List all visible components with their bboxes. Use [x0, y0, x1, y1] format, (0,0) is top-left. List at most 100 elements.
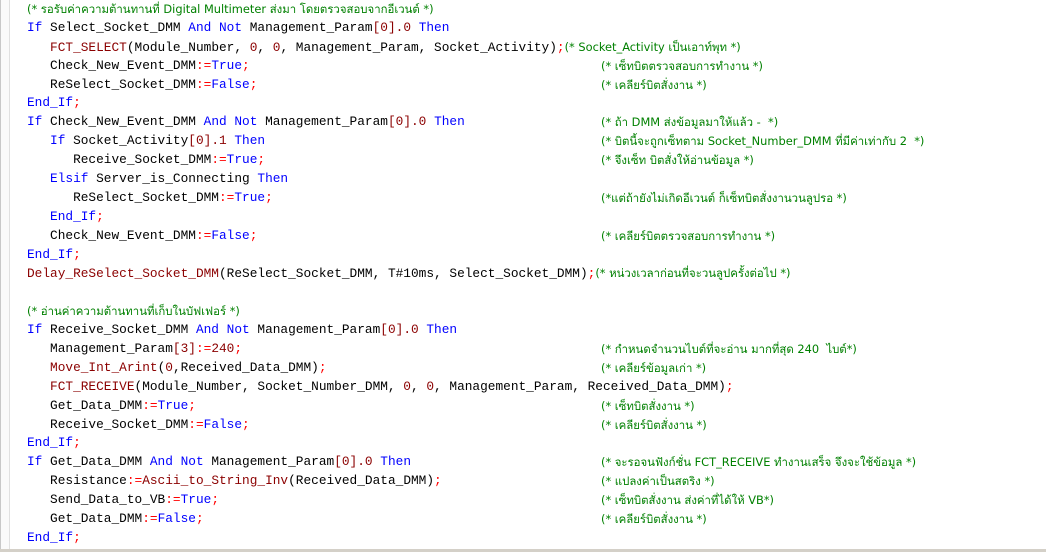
code-comment: (* Socket_Activity เป็นเอาท์พุท *)	[564, 39, 741, 54]
code-line[interactable]: (* รอรับค่าความต้านทานที่ Digital Multim…	[27, 0, 1042, 19]
code-token: End_If	[27, 246, 74, 262]
code-token: Then	[234, 133, 266, 149]
code-token: :=	[165, 492, 181, 508]
code-token: If	[27, 114, 43, 130]
code-token: Then	[257, 171, 289, 187]
code-comment: (* กำหนดจำนวนไบต์ที่จะอ่าน มากที่สุด 240…	[601, 342, 857, 357]
code-token: ;	[234, 341, 243, 357]
code-line[interactable]	[27, 283, 1042, 302]
code-token: :=	[195, 227, 212, 243]
code-token: ;	[73, 529, 81, 545]
code-token: ,	[257, 39, 273, 55]
code-token: :=	[142, 511, 158, 527]
code-line[interactable]: If Get_Data_DMM And Not Management_Param…	[27, 453, 1042, 472]
code-token: Socket_Activity	[65, 133, 189, 149]
code-line[interactable]: Get_Data_DMM:=False; (* เคลียร์บิตสั่งงาน…	[27, 510, 1042, 529]
code-token: :=	[195, 341, 212, 357]
code-token: Check_New_Event_DMM	[27, 227, 196, 243]
code-comment: (* เคลียร์บิตสั่งงาน *)	[601, 417, 707, 432]
code-comment: (* เคลียร์ข้อมูลเก่า *)	[601, 360, 707, 375]
code-comment: (* อ่านค่าความต้านทานที่เก็บในบัฟเฟอร์ *…	[27, 304, 240, 319]
code-token: Resistance	[27, 473, 127, 489]
code-token: FCT_RECEIVE	[27, 378, 135, 394]
code-token: :=	[142, 397, 158, 413]
code-line[interactable]: ReSelect_Socket_DMM:=False; (* เคลียร์บิต…	[27, 76, 1042, 95]
code-token: :=	[211, 152, 227, 168]
code-token: [0].0	[387, 114, 427, 130]
code-token: Send_Data_to_VB	[27, 492, 166, 508]
code-editor[interactable]: (* รอรับค่าความต้านทานที่ Digital Multim…	[0, 0, 1046, 552]
code-token: :=	[195, 76, 212, 92]
code-token: Check_New_Event_DMM	[27, 57, 196, 73]
code-token: T#10ms	[387, 266, 435, 282]
code-token: Receive_Socket_DMM	[42, 322, 196, 338]
code-line[interactable]: End_If;	[27, 94, 1042, 113]
code-token: Then	[418, 19, 450, 35]
code-token: 240	[211, 341, 235, 357]
code-token: Get_Data_DMM	[42, 454, 150, 470]
code-token: False	[211, 227, 250, 243]
code-token: FCT_SELECT	[27, 39, 127, 55]
code-line[interactable]: Receive_Socket_DMM:=False; (* เคลียร์บิตส…	[27, 416, 1042, 435]
code-token: Management_Param	[249, 322, 381, 338]
code-line[interactable]: End_If;	[27, 208, 1042, 227]
code-line[interactable]: End_If;	[27, 529, 1042, 548]
code-token: True	[211, 57, 243, 73]
code-comment: (* จึงเซ็ท บิตสั่งให้อ่านข้อมูล *)	[601, 153, 754, 168]
code-token: ;	[73, 435, 81, 451]
code-token: Receive_Socket_DMM	[27, 416, 189, 432]
code-token: (Module_Number, Socket_Number_DMM,	[134, 378, 404, 394]
code-line[interactable]: FCT_SELECT(Module_Number, 0, 0, Manageme…	[27, 38, 1042, 57]
code-token: Ascii_to_String_Inv	[142, 473, 289, 489]
code-token: [0].0	[372, 19, 412, 35]
code-line[interactable]: Elsif Server_is_Connecting Then	[27, 170, 1042, 189]
code-line[interactable]: FCT_RECEIVE(Module_Number, Socket_Number…	[27, 378, 1042, 397]
code-line[interactable]: If Socket_Activity[0].1 Then (* บิตนี้จะถ…	[27, 132, 1042, 151]
code-token: ,Received_Data_DMM)	[172, 359, 319, 375]
code-comment: (* เซ็ทบิตตรวจสอบการทำงาน *)	[601, 58, 763, 73]
code-line[interactable]: Check_New_Event_DMM:=True; (* เซ็ทบิตตรวจ…	[27, 57, 1042, 76]
code-line[interactable]: If Select_Socket_DMM And Not Management_…	[27, 19, 1042, 38]
code-line[interactable]: Resistance:=Ascii_to_String_Inv(Received…	[27, 472, 1042, 491]
code-token: Get_Data_DMM	[27, 397, 143, 413]
code-token: True	[226, 152, 258, 168]
code-token: ;	[73, 246, 81, 262]
code-line[interactable]: If Receive_Socket_DMM And Not Management…	[27, 321, 1042, 340]
code-line[interactable]: (* อ่านค่าความต้านทานที่เก็บในบัฟเฟอร์ *…	[27, 302, 1042, 321]
code-token: ;	[242, 57, 250, 73]
code-token: Delay_ReSelect_Socket_DMM	[27, 266, 219, 282]
code-token: And Not	[149, 454, 204, 470]
code-token: [0].0	[334, 454, 373, 470]
code-token: True	[180, 492, 212, 508]
editor-gutter	[1, 0, 10, 552]
code-line[interactable]: End_If;	[27, 434, 1042, 453]
code-token: Management_Param	[242, 19, 373, 35]
code-line[interactable]: Receive_Socket_DMM:=True; (* จึงเซ็ท บิตส…	[27, 151, 1042, 170]
code-line[interactable]: Management_Param[3]:=240; (* กำหนดจำนวนไบ…	[27, 340, 1042, 359]
code-token: And Not	[188, 19, 243, 35]
code-token: True	[234, 189, 266, 205]
code-line[interactable]: Delay_ReSelect_Socket_DMM(ReSelect_Socke…	[27, 264, 1042, 283]
code-line[interactable]: Move_Int_Arint(0,Received_Data_DMM); (* เ…	[27, 359, 1042, 378]
code-comment: (* แปลงค่าเป็นสตริง *)	[601, 474, 715, 489]
code-token: End_If	[27, 435, 74, 451]
code-token: , Select_Socket_DMM)	[434, 266, 588, 282]
code-comment: (* เซ็ทบิตสั่งงาน *)	[601, 398, 695, 413]
code-token: [3]	[172, 341, 196, 357]
code-token: 0	[426, 378, 435, 394]
code-token: ReSelect_Socket_DMM	[27, 189, 219, 205]
code-line[interactable]: If Check_New_Event_DMM And Not Managemen…	[27, 113, 1042, 132]
code-token: ;	[188, 397, 196, 413]
code-token: And Not	[203, 114, 258, 130]
code-token: Server_is_Connecting	[88, 171, 258, 187]
code-line[interactable]: Get_Data_DMM:=True; (* เซ็ทบิตสั่งงาน *)	[27, 397, 1042, 416]
code-area[interactable]: (* รอรับค่าความต้านทานที่ Digital Multim…	[27, 0, 1042, 548]
code-line[interactable]: End_If;	[27, 246, 1042, 265]
code-line[interactable]: Check_New_Event_DMM:=False; (* เคลียร์บิต…	[27, 227, 1042, 246]
code-token: If	[27, 322, 43, 338]
code-line[interactable]: Send_Data_to_VB:=True; (* เซ็ทบิตสั่งงาน …	[27, 491, 1042, 510]
code-line[interactable]: ReSelect_Socket_DMM:=True; (*แต่ถ้ายังไม่…	[27, 189, 1042, 208]
code-token: ;	[96, 208, 104, 224]
code-token: 0	[165, 359, 173, 375]
